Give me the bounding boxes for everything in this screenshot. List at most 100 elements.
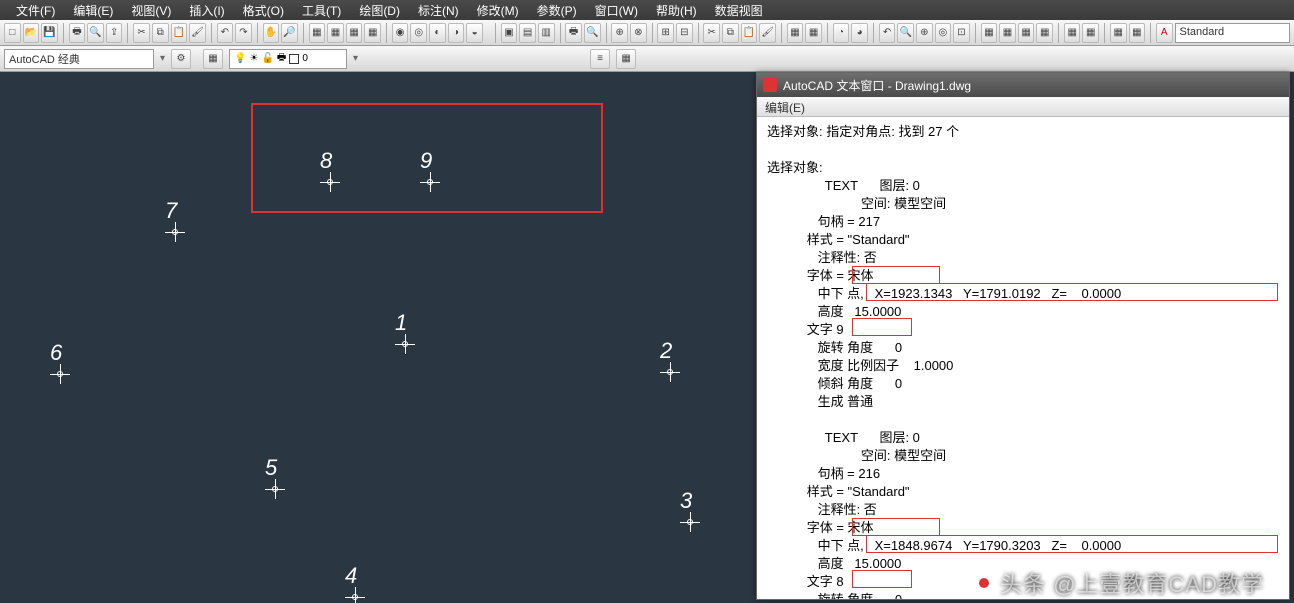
tool-icon[interactable]: ⊗	[630, 23, 647, 43]
tool-icon[interactable]: ▤	[519, 23, 536, 43]
highlight-box	[852, 570, 912, 588]
tool-icon[interactable]: ▦	[1018, 23, 1035, 43]
menu-item[interactable]: 数据视图	[715, 2, 763, 19]
tool-icon[interactable]: ▦	[1036, 23, 1053, 43]
cad-text-point[interactable]: 6	[50, 340, 70, 384]
tool-icon[interactable]: ◑	[448, 23, 465, 43]
cad-text-point[interactable]: 4	[345, 563, 365, 603]
cad-text-point[interactable]: 5	[265, 455, 285, 499]
tool-icon[interactable]: ✂	[703, 23, 720, 43]
menu-item[interactable]: 修改(M)	[477, 2, 519, 19]
layer-name: 0	[302, 53, 308, 64]
highlight-box	[852, 318, 912, 336]
tool-icon[interactable]: ⊞	[657, 23, 674, 43]
redo-icon[interactable]: ↷	[235, 23, 252, 43]
tool-icon[interactable]: ↶	[879, 23, 896, 43]
new-icon[interactable]: □	[4, 23, 21, 43]
tool-icon[interactable]: ▦	[1082, 23, 1099, 43]
tool-icon[interactable]: 📋	[741, 23, 758, 43]
cut-icon[interactable]: ✂	[133, 23, 150, 43]
text-window-title: AutoCAD 文本窗口 - Drawing1.dwg	[783, 77, 971, 94]
highlight-box	[866, 535, 1278, 553]
tool-icon[interactable]: ▦	[1064, 23, 1081, 43]
tool-icon[interactable]: ▦	[787, 23, 804, 43]
tool-icon[interactable]: ⊟	[676, 23, 693, 43]
cad-text-point[interactable]: 3	[680, 488, 700, 532]
undo-icon[interactable]: ↶	[217, 23, 234, 43]
tool-icon[interactable]: ▦	[364, 23, 381, 43]
text-style-icon[interactable]: A	[1156, 23, 1173, 43]
tool-icon[interactable]: ▦	[981, 23, 998, 43]
highlight-box	[866, 283, 1278, 301]
text-window-body[interactable]: 选择对象: 指定对角点: 找到 27 个 选择对象: TEXT 图层: 0 空间…	[757, 117, 1289, 599]
zoom-icon[interactable]: 🔎	[281, 23, 298, 43]
tool-icon[interactable]: 🔍	[584, 23, 601, 43]
menu-item[interactable]: 帮助(H)	[656, 2, 697, 19]
cad-text-point[interactable]: 9	[420, 148, 440, 192]
menu-item[interactable]: 绘图(D)	[359, 2, 400, 19]
color-swatch	[289, 54, 299, 64]
menu-item[interactable]: 参数(P)	[537, 2, 577, 19]
layer-select[interactable]: 💡 ☀ 🔓 🖶 0	[229, 49, 347, 69]
watermark: 头条 @上壹教育CAD教学	[974, 567, 1264, 599]
cad-text-point[interactable]: 7	[165, 198, 185, 242]
tool-icon[interactable]: ◕	[851, 23, 868, 43]
text-window-menu[interactable]: 编辑(E)	[757, 97, 1289, 117]
tool-icon[interactable]: ◐	[429, 23, 446, 43]
tool-icon[interactable]: ⧉	[722, 23, 739, 43]
menu-item[interactable]: 标注(N)	[418, 2, 459, 19]
print-icon: 🖶	[277, 50, 286, 67]
tool-icon[interactable]: ▥	[538, 23, 555, 43]
tool-icon[interactable]: ▦	[1110, 23, 1127, 43]
menu-item[interactable]: 窗口(W)	[595, 2, 638, 19]
print-icon[interactable]: 🖶	[69, 23, 86, 43]
watermark-logo	[974, 573, 994, 593]
tool-icon[interactable]: ▦	[1129, 23, 1146, 43]
open-icon[interactable]: 📂	[23, 23, 40, 43]
tool-icon[interactable]: ⊡	[953, 23, 970, 43]
tool-icon[interactable]: ▣	[501, 23, 518, 43]
tool-icon[interactable]: ▦	[309, 23, 326, 43]
tool-icon[interactable]: ◉	[392, 23, 409, 43]
tool-icon[interactable]: ▦	[327, 23, 344, 43]
tool-icon[interactable]: ◎	[935, 23, 952, 43]
menu-item[interactable]: 编辑(E)	[73, 2, 113, 19]
tool-icon[interactable]: ◒	[466, 23, 483, 43]
text-window-titlebar[interactable]: AutoCAD 文本窗口 - Drawing1.dwg	[757, 73, 1289, 97]
highlight-box	[852, 518, 940, 536]
cad-text-point[interactable]: 1	[395, 310, 415, 354]
tool-icon[interactable]: ▦	[616, 49, 636, 69]
menu-item[interactable]: 工具(T)	[302, 2, 341, 19]
tool-icon[interactable]: ⊕	[611, 23, 628, 43]
tool-icon[interactable]: ▦	[346, 23, 363, 43]
paste-icon[interactable]: 📋	[171, 23, 188, 43]
menu-item[interactable]: 插入(I)	[189, 2, 224, 19]
tool-icon[interactable]: 🖌	[759, 23, 776, 43]
preview-icon[interactable]: 🔍	[87, 23, 104, 43]
menu-item[interactable]: 视图(V)	[131, 2, 171, 19]
tool-icon[interactable]: 🖶	[565, 23, 582, 43]
cad-text-point[interactable]: 8	[320, 148, 340, 192]
publish-icon[interactable]: ⇪	[106, 23, 123, 43]
pan-icon[interactable]: ✋	[263, 23, 280, 43]
menu-item[interactable]: 文件(F)	[16, 2, 55, 19]
sun-icon: ☀	[249, 53, 258, 64]
lightbulb-icon: 💡	[234, 53, 246, 64]
tool-icon[interactable]: ▦	[805, 23, 822, 43]
menu-item[interactable]: 格式(O)	[243, 2, 284, 19]
tool-icon[interactable]: ◎	[410, 23, 427, 43]
copy-icon[interactable]: ⧉	[152, 23, 169, 43]
layer-manager-icon[interactable]: ▦	[203, 49, 223, 69]
main-toolbar: □ 📂 💾 🖶 🔍 ⇪ ✂ ⧉ 📋 🖌 ↶ ↷ ✋ 🔎 ▦ ▦ ▦ ▦ ◉ ◎ …	[0, 20, 1294, 46]
tool-icon[interactable]: ◔	[833, 23, 850, 43]
tool-icon[interactable]: ▦	[999, 23, 1016, 43]
workspace-select[interactable]: AutoCAD 经典	[4, 49, 154, 69]
cad-text-point[interactable]: 2	[660, 338, 680, 382]
tool-icon[interactable]: ≡	[590, 49, 610, 69]
tool-icon[interactable]: 🔍	[897, 23, 914, 43]
save-icon[interactable]: 💾	[41, 23, 58, 43]
match-icon[interactable]: 🖌	[189, 23, 206, 43]
text-style-select[interactable]: Standard	[1175, 23, 1291, 43]
tool-icon[interactable]: ⊕	[916, 23, 933, 43]
gear-icon[interactable]: ⚙	[171, 49, 191, 69]
